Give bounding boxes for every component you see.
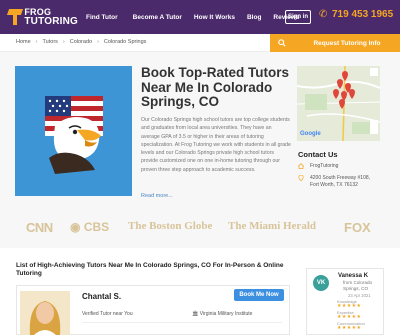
tutor-name[interactable]: Chantal S. <box>82 292 121 301</box>
press-logo-miami-herald: The Miami Herald <box>228 220 316 232</box>
contact-address: 4200 South Freeway #108, Fort Worth, TX … <box>298 175 380 189</box>
eagle-flag-illustration <box>15 66 132 196</box>
avatar: VK <box>313 275 329 291</box>
nav-blog[interactable]: Blog <box>247 14 261 21</box>
star-rating: ★★★★★ <box>337 314 362 320</box>
contact-heading: Contact Us <box>298 150 338 159</box>
reviewer-name: Vanessa K <box>338 273 369 279</box>
address-text: 4200 South Freeway #108, Fort Worth, TX … <box>310 175 371 188</box>
breadcrumb-home[interactable]: Home <box>16 39 31 45</box>
page-title: Book Top-Rated Tutors Near Me In Colorad… <box>141 65 289 109</box>
star-rating: ★★★★★ <box>337 303 362 309</box>
phone-link[interactable]: ✆ 719 453 1965 <box>319 9 393 20</box>
chevron-right-icon: › <box>62 39 65 45</box>
tutor-photo <box>20 291 70 335</box>
request-tutoring-info-button[interactable]: Request Tutoring Info <box>294 34 400 52</box>
read-more-link[interactable]: Read more... <box>141 193 173 199</box>
press-logo-fox: FOX <box>344 220 371 235</box>
logo[interactable]: FROG TUTORING <box>6 5 78 29</box>
university-icon: 🏛 <box>192 311 199 317</box>
google-attribution: Google <box>300 131 321 137</box>
home-icon <box>298 163 304 169</box>
press-logo-cnn: CNN <box>26 220 53 235</box>
search-button[interactable] <box>270 34 294 52</box>
tutor-list-title: List of High-Achieving Tutors Near Me In… <box>16 262 284 277</box>
contact-company: FrogTutoring <box>298 163 380 170</box>
reviewer-location: from Colorado Springs, CO <box>343 280 373 291</box>
zoom-controls[interactable] <box>370 120 378 134</box>
phone-icon: ✆ <box>319 9 328 20</box>
verified-tutor-tag: Verified Tutor near You <box>82 311 133 317</box>
nav-become-a-tutor[interactable]: Become A Tutor <box>133 14 182 21</box>
breadcrumb-tutors[interactable]: Tutors <box>43 39 58 45</box>
book-me-now-button[interactable]: Book Me Now <box>234 289 284 301</box>
divider <box>82 322 282 323</box>
press-logo-boston-globe: The Boston Globe <box>128 220 213 232</box>
press-logo-cbs-text: CBS <box>83 220 110 234</box>
map[interactable]: Google <box>297 66 380 141</box>
graduation-cap-icon <box>6 8 24 26</box>
fullscreen-icon[interactable] <box>370 68 378 76</box>
chevron-right-icon: › <box>35 39 38 45</box>
star-rating: ★★★★★ <box>337 325 362 331</box>
chevron-right-icon: › <box>97 39 99 45</box>
press-logo-cbs: ◉ CBS <box>70 220 110 234</box>
search-icon <box>278 39 286 47</box>
logo-line-2: TUTORING <box>24 16 78 27</box>
breadcrumb-colorado[interactable]: Colorado <box>70 39 92 45</box>
phone-number: 719 453 1965 <box>332 9 394 20</box>
company-name: FrogTutoring <box>310 163 339 169</box>
nav-find-tutor[interactable]: Find Tutor <box>86 14 118 21</box>
university-tag: 🏛 Virginia Military Institute <box>192 311 252 317</box>
top-nav: FROG TUTORING Find Tutor Become A Tutor … <box>0 0 400 34</box>
sign-in-button[interactable]: Sign in <box>285 10 311 24</box>
review-date: 23 Apr 2021 <box>348 293 371 298</box>
breadcrumb: Home › Tutors › Colorado › Colorado Spri… <box>16 39 146 45</box>
hero-description: Our Colorado Springs high school tutors … <box>141 117 291 173</box>
location-pin-icon <box>298 175 304 181</box>
nav-how-it-works[interactable]: How It Works <box>194 14 235 21</box>
university-name: Virginia Military Institute <box>199 311 253 317</box>
breadcrumb-colorado-springs: Colorado Springs <box>103 39 147 45</box>
